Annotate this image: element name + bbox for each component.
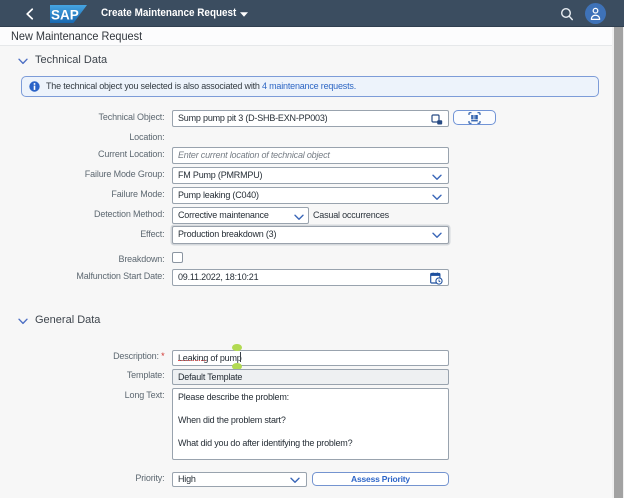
svg-text:SAP: SAP [51,8,79,23]
